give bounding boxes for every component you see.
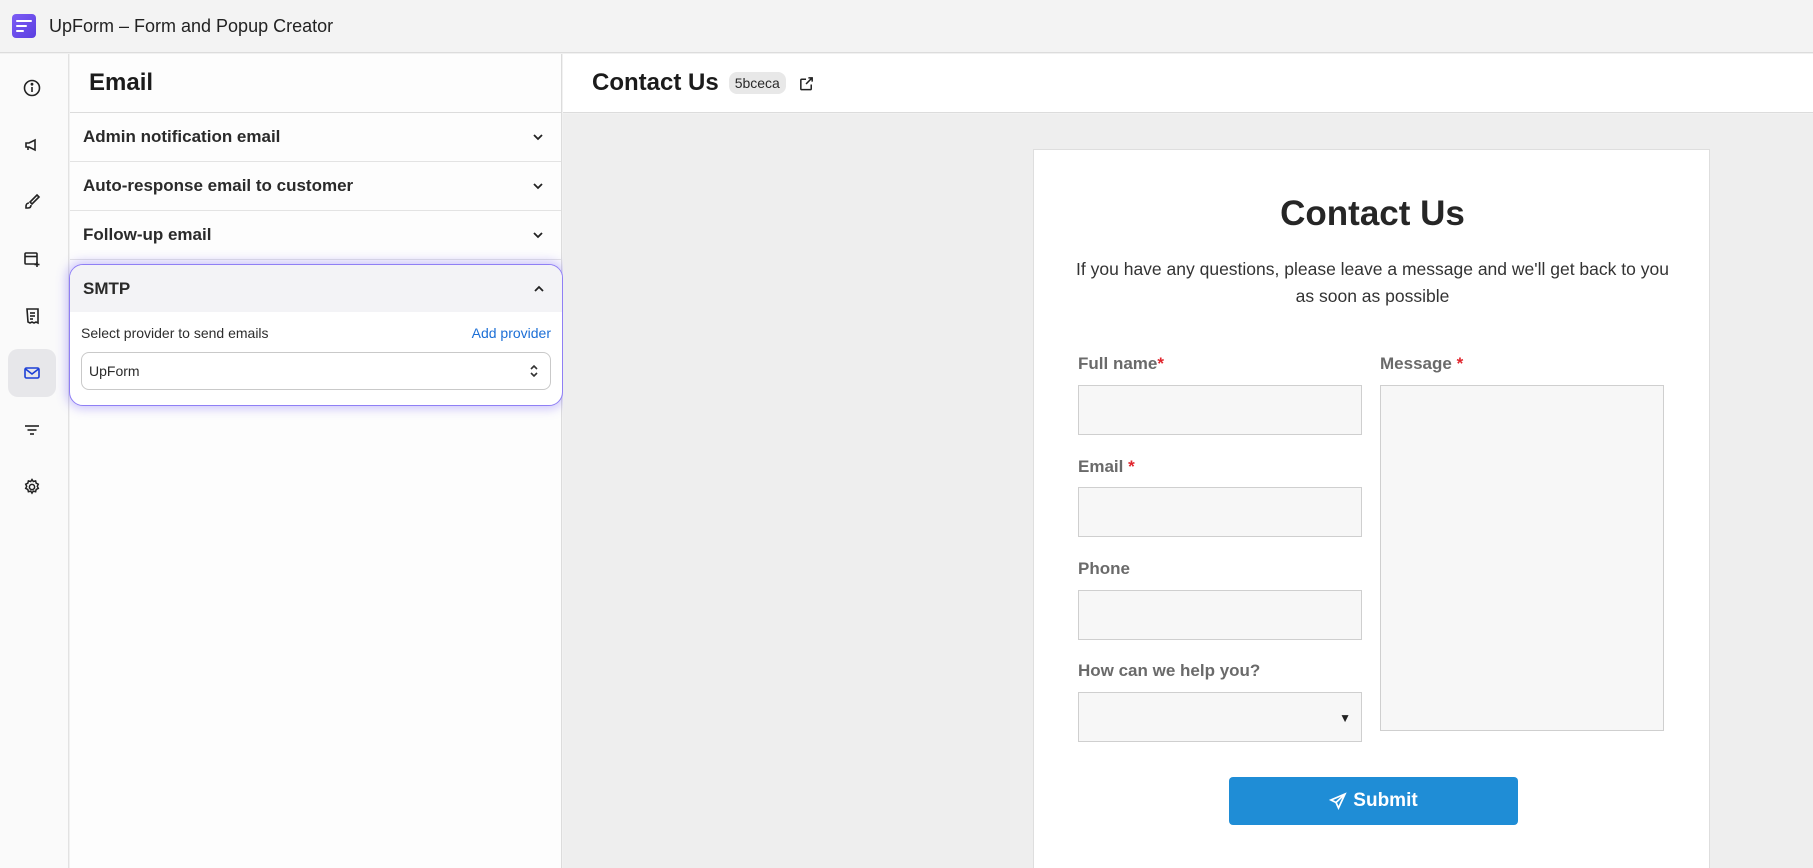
required-mark: * xyxy=(1128,457,1135,476)
form-id-badge: 5bceca xyxy=(728,72,786,94)
accordion-label: Follow-up email xyxy=(83,225,212,244)
submit-label: Submit xyxy=(1353,790,1418,811)
app-title: UpForm – Form and Popup Creator xyxy=(49,15,334,36)
phone-input[interactable] xyxy=(1078,590,1362,640)
required-mark: * xyxy=(1456,354,1464,373)
rail-item-email[interactable] xyxy=(8,349,56,397)
form-card: Contact Us If you have any questions, pl… xyxy=(1033,149,1710,868)
help-label: How can we help you? xyxy=(1078,661,1261,680)
help-select[interactable]: ▼ xyxy=(1078,692,1362,742)
rail-item-filters[interactable] xyxy=(8,406,56,454)
megaphone-icon xyxy=(25,138,36,152)
icon-rail xyxy=(0,54,69,868)
filter-icon xyxy=(25,425,39,435)
accordion-smtp[interactable]: SMTP xyxy=(70,265,562,312)
panel-title: Email xyxy=(89,69,154,96)
accordion-label: Admin notification email xyxy=(83,127,281,146)
chevron-down-icon xyxy=(531,179,545,193)
send-icon xyxy=(1329,792,1348,810)
full-name-input[interactable] xyxy=(1078,385,1362,435)
add-provider-link[interactable]: Add provider xyxy=(472,325,551,341)
rail-item-entries[interactable] xyxy=(8,292,56,340)
message-label: Message * xyxy=(1380,354,1464,373)
info-icon xyxy=(23,79,41,97)
panel-header: Email xyxy=(70,54,561,113)
form-preview-area: Contact Us If you have any questions, pl… xyxy=(563,114,1813,868)
accordion-label: Auto-response email to customer xyxy=(83,176,354,195)
rail-item-settings[interactable] xyxy=(8,463,56,511)
message-textarea[interactable] xyxy=(1380,385,1664,731)
form-title: Contact Us xyxy=(592,69,719,96)
accordion-auto-response[interactable]: Auto-response email to customer xyxy=(70,162,561,211)
accordion-label: SMTP xyxy=(83,278,131,298)
form-header: Contact Us 5bceca xyxy=(563,54,1813,113)
chevron-updown-icon xyxy=(530,364,538,378)
submit-button[interactable]: Submit xyxy=(1229,777,1518,825)
mail-icon xyxy=(24,367,40,379)
phone-label: Phone xyxy=(1078,559,1130,578)
chevron-up-icon xyxy=(532,282,546,296)
smtp-section: SMTP Select provider to send emails Add … xyxy=(69,264,563,406)
brush-icon xyxy=(25,193,41,209)
provider-select-label: Select provider to send emails xyxy=(81,325,269,341)
rail-item-info[interactable] xyxy=(8,64,56,112)
form-preview-title: Contact Us xyxy=(1280,194,1465,233)
rail-item-add-popup[interactable] xyxy=(8,235,56,283)
dropdown-arrow-icon: ▼ xyxy=(1339,711,1351,725)
provider-select[interactable]: UpForm xyxy=(81,352,551,390)
chevron-down-icon xyxy=(531,130,545,144)
rail-item-design[interactable] xyxy=(8,178,56,226)
form-preview-description: If you have any questions, please leave … xyxy=(1076,259,1669,306)
email-settings-panel: Email Admin notification email Auto-resp… xyxy=(69,54,563,868)
provider-select-value: UpForm xyxy=(89,363,140,379)
title-bar: UpForm – Form and Popup Creator xyxy=(0,0,1813,53)
upform-logo-icon xyxy=(12,14,36,38)
gear-icon xyxy=(24,478,40,495)
rail-item-announcement[interactable] xyxy=(8,121,56,169)
email-input[interactable] xyxy=(1078,487,1362,537)
email-label: Email * xyxy=(1078,457,1135,476)
accordion-admin-notification[interactable]: Admin notification email xyxy=(70,113,561,162)
full-name-label: Full name* xyxy=(1078,354,1164,373)
add-window-icon xyxy=(24,252,40,267)
receipt-icon xyxy=(26,308,39,325)
accordion-follow-up[interactable]: Follow-up email xyxy=(70,211,561,260)
required-mark: * xyxy=(1157,354,1164,373)
external-link-icon[interactable] xyxy=(798,75,815,92)
chevron-down-icon xyxy=(531,228,545,242)
